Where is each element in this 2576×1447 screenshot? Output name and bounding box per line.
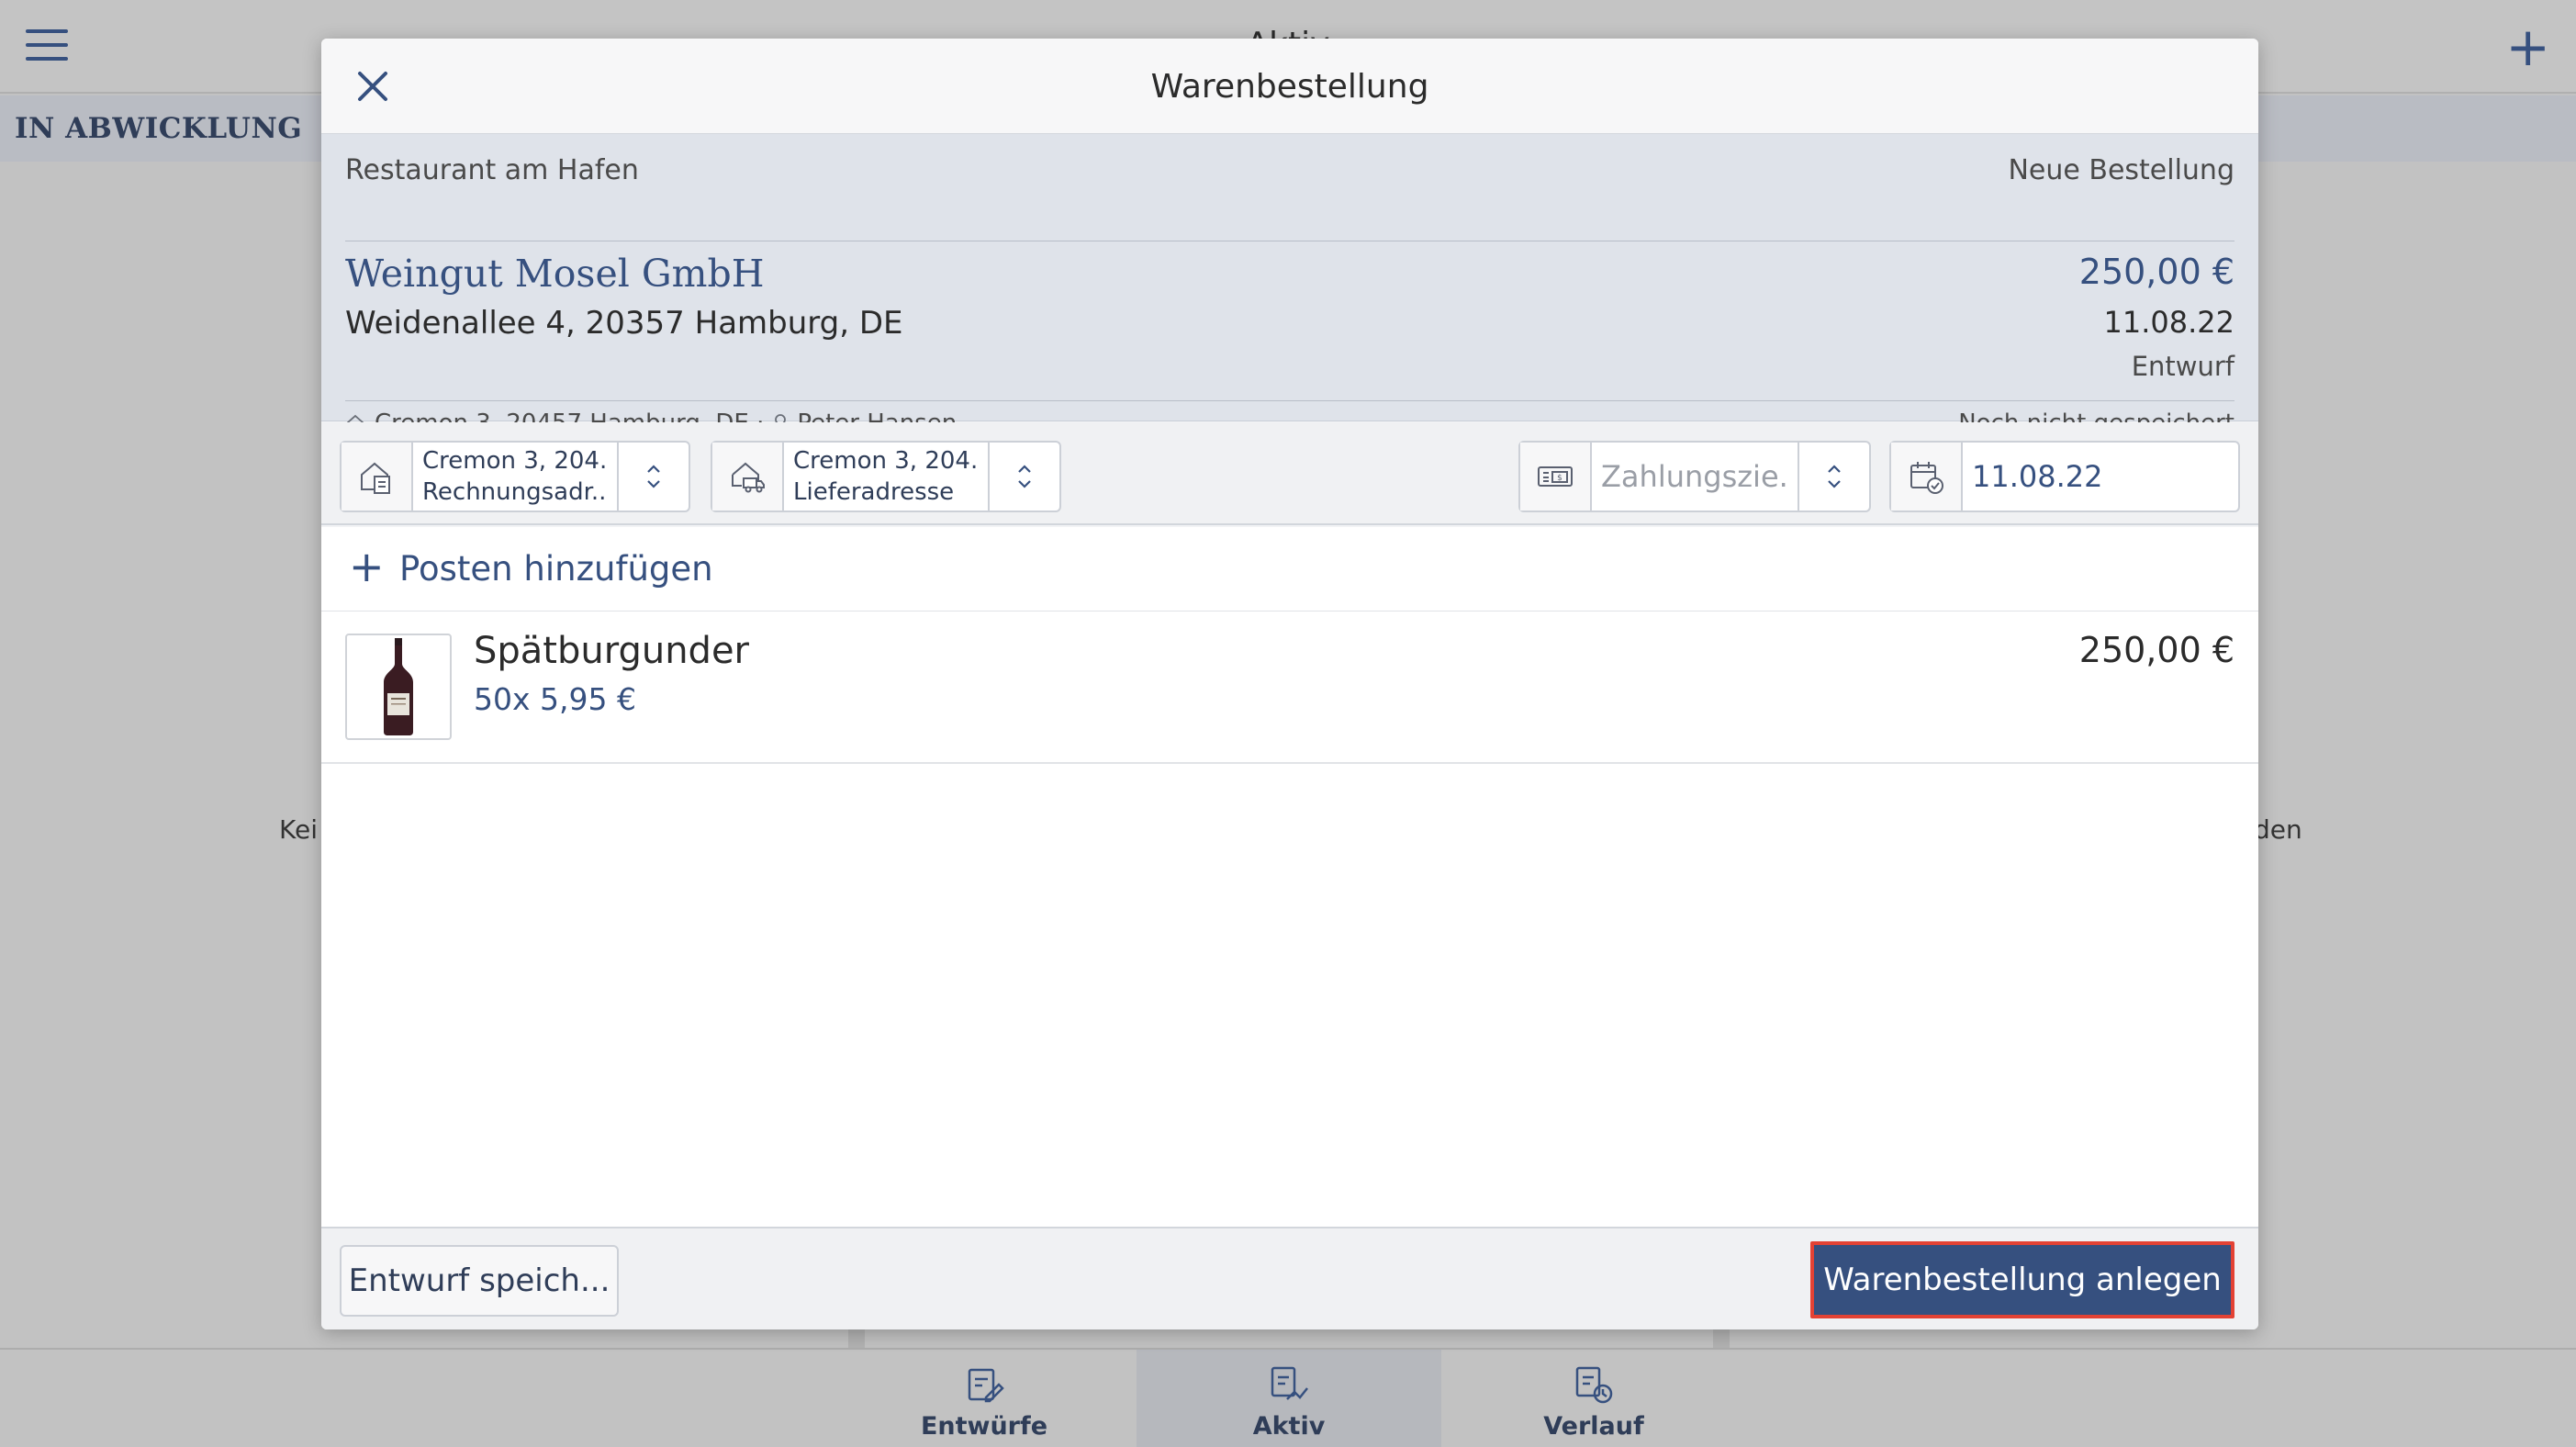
add-item-label: Posten hinzufügen <box>399 549 713 589</box>
plus-icon: + <box>349 542 385 591</box>
item-name: Spätburgunder <box>474 630 749 672</box>
item-quantity: 50x 5,95 € <box>474 681 636 717</box>
tab-label: Aktiv <box>1252 1412 1326 1441</box>
payment-icon: $ <box>1538 466 1573 487</box>
billing-address-select[interactable]: Cremon 3, 204... Rechnungsadr... <box>340 441 690 512</box>
order-state: Neue Bestellung <box>2008 154 2234 186</box>
item-price: 250,00 € <box>2078 630 2234 670</box>
tab-active[interactable]: Aktiv <box>1137 1350 1441 1447</box>
tab-label: Entwürfe <box>920 1412 1048 1441</box>
history-icon <box>1575 1366 1613 1404</box>
add-item-button[interactable]: + Posten hinzufügen <box>321 527 2258 611</box>
billing-address-label: Rechnungsadr... <box>422 478 608 506</box>
create-order-button[interactable]: Warenbestellung anlegen <box>1810 1241 2234 1318</box>
order-summary: Restaurant am Hafen Neue Bestellung Wein… <box>321 134 2258 437</box>
active-orders-icon <box>1271 1366 1308 1400</box>
delivery-address-select[interactable]: Cremon 3, 204... Lieferadresse <box>711 441 1061 512</box>
divider <box>345 400 2234 401</box>
billing-stepper[interactable] <box>617 443 689 510</box>
section-title: IN ABWICKLUNG <box>15 112 303 145</box>
modal-title: Warenbestellung <box>1150 68 1429 106</box>
restaurant-name: Restaurant am Hafen <box>345 154 639 186</box>
supplier-address: Weidenallee 4, 20357 Hamburg, DE <box>345 305 903 342</box>
supplier-name: Weingut Mosel GmbH <box>345 252 765 296</box>
order-modal: Warenbestellung Restaurant am Hafen Neue… <box>321 39 2258 1329</box>
order-date-field[interactable]: 11.08.22 <box>1889 441 2240 512</box>
modal-header: Warenbestellung <box>321 39 2258 134</box>
order-date: 11.08.22 <box>2103 305 2235 340</box>
svg-text:$: $ <box>1557 474 1562 483</box>
delivery-truck-icon <box>732 462 765 493</box>
billing-address-icon <box>361 462 390 494</box>
billing-address-line: Cremon 3, 204... <box>422 447 608 475</box>
order-total: 250,00 € <box>2078 252 2234 292</box>
wine-bottle-icon <box>384 638 413 735</box>
tab-drafts[interactable]: Entwürfe <box>832 1350 1137 1447</box>
modal-footer: Entwurf speich... Warenbestellung anlege… <box>321 1227 2258 1329</box>
delivery-address-label: Lieferadresse <box>793 478 955 506</box>
calendar-icon <box>1910 462 1943 494</box>
add-icon[interactable]: + <box>2505 20 2550 73</box>
chevron-up-down-icon <box>1828 465 1841 488</box>
empty-state-text-right: den <box>2254 814 2302 845</box>
tab-history[interactable]: Verlauf <box>1441 1350 1746 1447</box>
chevron-up-down-icon <box>647 465 660 488</box>
delivery-address-line: Cremon 3, 204... <box>793 447 979 475</box>
tab-label: Verlauf <box>1543 1412 1644 1441</box>
chevron-up-down-icon <box>1018 465 1031 488</box>
payment-term-select[interactable]: $ Zahlungszie..... <box>1518 441 1871 512</box>
order-date-value: 11.08.22 <box>1972 459 2103 494</box>
product-image <box>345 634 452 740</box>
order-items: + Posten hinzufügen Spätburgunder 50x 5,… <box>321 527 2258 1227</box>
order-controls: Cremon 3, 204... Rechnungsadr... Cremon … <box>321 422 2258 525</box>
payment-stepper[interactable] <box>1798 443 1869 510</box>
delivery-stepper[interactable] <box>988 443 1059 510</box>
empty-state-text-left: Kei <box>279 814 318 845</box>
save-draft-button[interactable]: Entwurf speich... <box>340 1245 619 1317</box>
payment-term-placeholder: Zahlungszie..... <box>1601 459 1788 494</box>
drafts-icon <box>968 1368 1004 1403</box>
bottom-tab-bar: Entwürfe Aktiv Verlauf <box>0 1348 2576 1447</box>
status-badge: Entwurf <box>2131 351 2234 382</box>
list-item[interactable]: Spätburgunder 50x 5,95 € 250,00 € <box>321 611 2258 764</box>
